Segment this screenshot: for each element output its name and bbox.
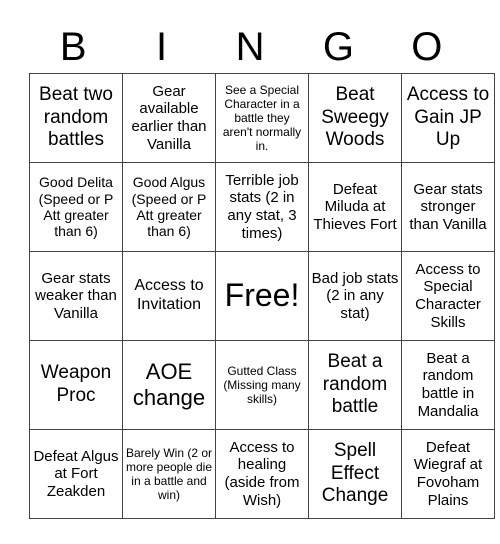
bingo-row: Weapon Proc AOE change Gutted Class (Mis… [29, 340, 495, 430]
bingo-cell[interactable]: Weapon Proc [29, 340, 123, 430]
bingo-cell[interactable]: Bad job stats (2 in any stat) [308, 251, 402, 341]
bingo-cell[interactable]: Gear available earlier than Vanilla [122, 73, 216, 163]
bingo-cell[interactable]: Good Algus (Speed or P Att greater than … [122, 162, 216, 252]
bingo-cell[interactable]: AOE change [122, 340, 216, 430]
bingo-cell[interactable]: Access to Special Character Skills [401, 251, 495, 341]
bingo-cell[interactable]: Gutted Class (Missing many skills) [215, 340, 309, 430]
bingo-row: Gear stats weaker than Vanilla Access to… [29, 251, 495, 341]
bingo-header: B I N G O [29, 22, 471, 72]
header-letter-b: B [59, 25, 87, 69]
header-letter-g: G [322, 25, 354, 69]
bingo-cell[interactable]: Terrible job stats (2 in any stat, 3 tim… [215, 162, 309, 252]
bingo-cell[interactable]: Access to healing (aside from Wish) [215, 429, 309, 519]
bingo-cell[interactable]: Spell Effect Change [308, 429, 402, 519]
bingo-cell[interactable]: Defeat Miluda at Thieves Fort [308, 162, 402, 252]
bingo-cell[interactable]: Access to Gain JP Up [401, 73, 495, 163]
bingo-row: Defeat Algus at Fort Zeakden Barely Win … [29, 429, 495, 519]
bingo-row: Good Delita (Speed or P Att greater than… [29, 162, 495, 252]
bingo-cell[interactable]: Good Delita (Speed or P Att greater than… [29, 162, 123, 252]
bingo-card: Beat two random battles Gear available e… [29, 73, 495, 519]
bingo-row: Beat two random battles Gear available e… [29, 73, 495, 163]
bingo-cell[interactable]: Defeat Algus at Fort Zeakden [29, 429, 123, 519]
bingo-cell[interactable]: Beat two random battles [29, 73, 123, 163]
bingo-cell[interactable]: Defeat Wiegraf at Fovoham Plains [401, 429, 495, 519]
bingo-cell[interactable]: Beat Sweegy Woods [308, 73, 402, 163]
bingo-cell[interactable]: Access to Invitation [122, 251, 216, 341]
header-letter-o: O [411, 25, 443, 69]
bingo-cell[interactable]: Gear stats stronger than Vanilla [401, 162, 495, 252]
bingo-cell[interactable]: Beat a random battle in Mandalia [401, 340, 495, 430]
header-letter-n: N [235, 25, 265, 69]
bingo-cell[interactable]: Barely Win (2 or more people die in a ba… [122, 429, 216, 519]
bingo-cell[interactable]: Beat a random battle [308, 340, 402, 430]
bingo-cell[interactable]: Gear stats weaker than Vanilla [29, 251, 123, 341]
header-letter-i: I [156, 25, 168, 69]
bingo-cell[interactable]: See a Special Character in a battle they… [215, 73, 309, 163]
free-space-cell[interactable]: Free! [215, 251, 309, 341]
